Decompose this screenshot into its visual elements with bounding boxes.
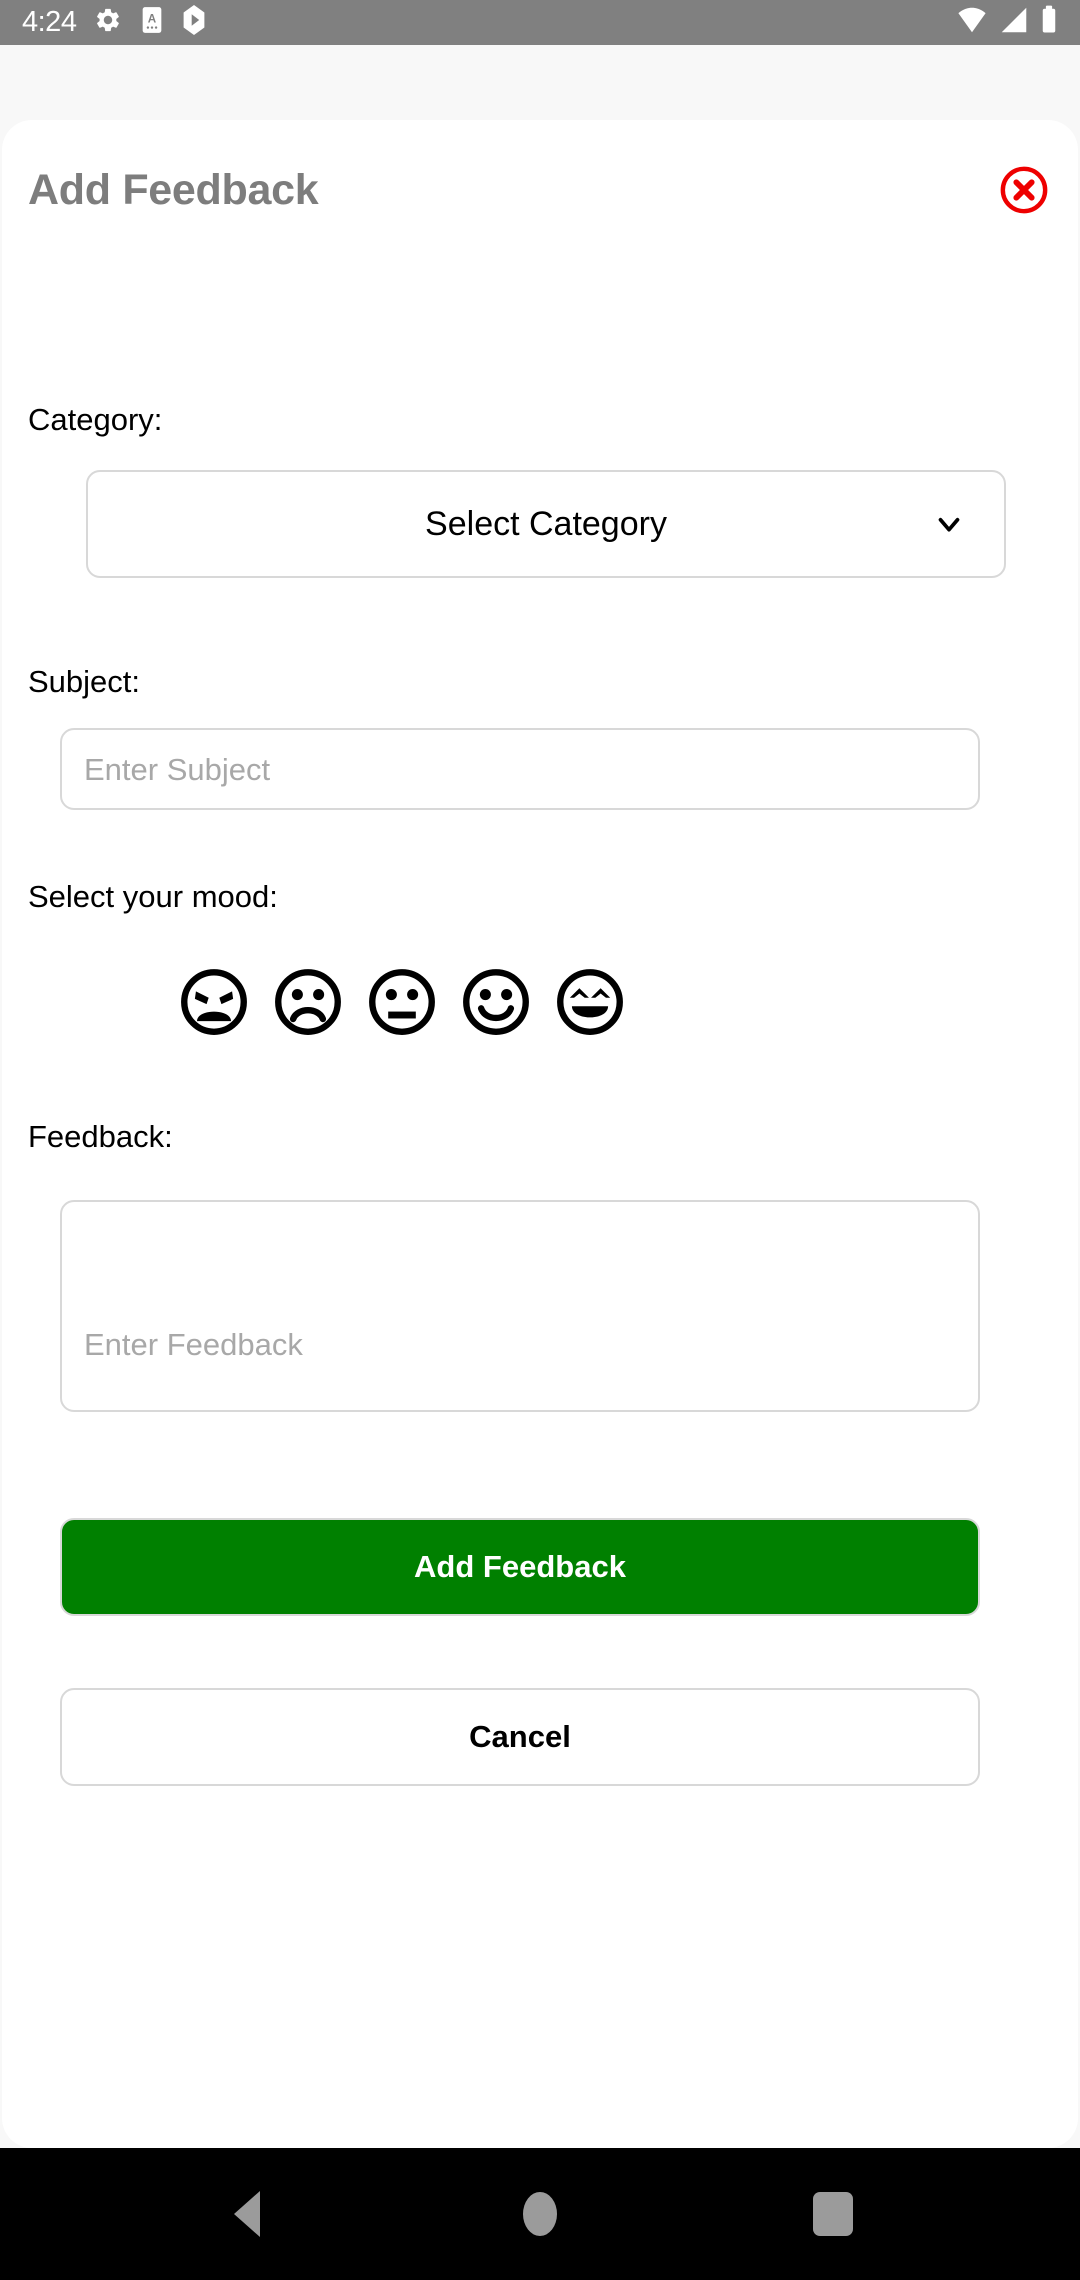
- feedback-textarea[interactable]: Enter Feedback: [60, 1200, 980, 1412]
- phone-screen: 4:24 A Add Feedback Category: Select Cat…: [0, 0, 1080, 2280]
- mood-label: Select your mood:: [28, 879, 278, 914]
- subject-label: Subject:: [28, 664, 141, 699]
- nav-home-button[interactable]: [480, 2154, 600, 2274]
- add-feedback-button[interactable]: Add Feedback: [60, 1518, 980, 1616]
- category-label: Category:: [28, 402, 163, 437]
- nav-back-button[interactable]: [187, 2154, 307, 2274]
- home-circle-icon: [522, 2192, 557, 2236]
- nav-recents-button[interactable]: [773, 2154, 893, 2274]
- close-icon: [1000, 166, 1048, 214]
- mood-very-happy-icon[interactable]: [556, 968, 624, 1036]
- add-feedback-dialog: Add Feedback Category: Select Category S…: [2, 120, 1078, 2148]
- page-title: Add Feedback: [28, 165, 319, 214]
- subject-placeholder: Enter Subject: [84, 751, 271, 787]
- cancel-button[interactable]: Cancel: [60, 1688, 980, 1786]
- status-bar-right: [956, 5, 1058, 40]
- close-button[interactable]: [996, 162, 1052, 218]
- category-selected-value: Select Category: [425, 505, 667, 543]
- cancel-button-label: Cancel: [469, 1719, 571, 1754]
- subject-input[interactable]: Enter Subject: [60, 728, 980, 810]
- android-navigation-bar: [0, 2148, 1080, 2280]
- svg-text:A: A: [148, 12, 157, 25]
- mood-angry-icon[interactable]: [180, 968, 248, 1036]
- battery-icon: [1040, 5, 1058, 40]
- mood-sad-icon[interactable]: [274, 968, 342, 1036]
- gear-icon: [94, 6, 122, 39]
- back-triangle-icon: [233, 2191, 260, 2237]
- play-store-icon: [182, 5, 206, 40]
- status-time: 4:24: [22, 6, 77, 38]
- feedback-placeholder: Enter Feedback: [84, 1327, 303, 1362]
- status-bar-left: 4:24 A: [22, 5, 206, 40]
- status-bar: 4:24 A: [0, 0, 1080, 45]
- cellular-signal-icon: [998, 5, 1030, 40]
- mood-happy-icon[interactable]: [462, 968, 530, 1036]
- mood-neutral-icon[interactable]: [368, 968, 436, 1036]
- mood-selector: [180, 968, 624, 1036]
- recents-square-icon: [813, 2192, 854, 2236]
- wifi-icon: [956, 5, 988, 40]
- feedback-label: Feedback:: [28, 1119, 173, 1154]
- chevron-down-icon: [932, 507, 966, 541]
- category-select[interactable]: Select Category: [86, 470, 1006, 578]
- add-feedback-button-label: Add Feedback: [414, 1549, 626, 1584]
- dialog-header: Add Feedback: [28, 155, 1052, 225]
- dialog-content: Add Feedback Category: Select Category S…: [2, 120, 1078, 2148]
- assistant-app-icon: A: [140, 6, 164, 39]
